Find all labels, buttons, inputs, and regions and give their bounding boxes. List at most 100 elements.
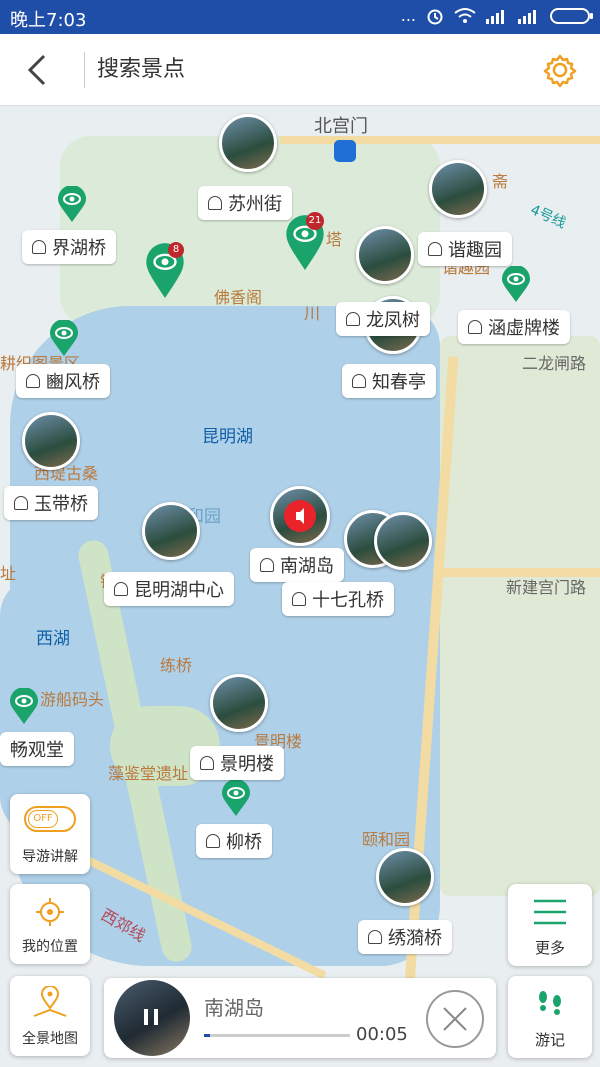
eye-pin-2[interactable] [46,320,82,356]
back-button[interactable] [18,50,58,90]
signal-dots: ... [400,6,416,25]
person-icon [352,374,366,388]
spot-label-xiuyiqiao[interactable]: 绣漪桥 [358,920,452,954]
person-icon [32,240,46,254]
battery-icon [550,7,593,24]
pause-icon[interactable] [142,1008,160,1026]
signal-icon [518,9,536,24]
photo-marker-kunminghu-center[interactable] [142,502,200,560]
map-label-zaojiantang: 藻鉴堂遗址 [108,764,189,783]
map-label-xinjian-road: 新建宫门路 [506,578,587,597]
eye-pin-5[interactable] [498,266,534,302]
guide-narration-toggle[interactable]: OFF 导游讲解 [10,794,90,874]
spot-name: 龙凤树 [366,310,420,331]
person-icon [468,320,482,334]
spot-label-liuqiao[interactable]: 柳桥 [196,824,272,858]
gear-icon [543,54,577,88]
person-icon [368,930,382,944]
map-label-yiheyuan: 颐和园 [362,830,411,849]
eye-pin-6[interactable] [6,688,42,724]
spot-name: 十七孔桥 [312,590,384,611]
map-label-beigongmen: 北宫门 [314,116,368,137]
travel-notes-button[interactable]: 游记 [508,976,592,1058]
spot-name: 豳风桥 [46,372,100,393]
photo-marker-yudaiqiao[interactable] [22,412,80,470]
spot-label-xiequyuan[interactable]: 谐趣园 [418,232,512,266]
guide-label: 导游讲解 [22,849,78,865]
map-label-pier: 游船码头 [40,690,105,709]
more-button[interactable]: 更多 [508,884,592,966]
spot-label-yudaiqiao[interactable]: 玉带桥 [4,486,98,520]
scenic-map[interactable]: 北宫门 昆明湖 西湖 佛香阁 二龙闸路 新建宫门路 颐和园 练桥 游船码头 藻鉴… [0,106,600,1067]
map-label-ta: 塔 [326,230,343,249]
off-switch[interactable]: OFF [24,806,76,832]
panorama-map-button[interactable]: 全景地图 [10,976,90,1056]
audio-progress-bar[interactable] [204,1034,350,1037]
spot-name: 涵虚牌楼 [488,318,560,339]
footprints-icon [539,991,561,1015]
settings-button[interactable] [538,48,582,92]
eye-pin-1[interactable] [54,186,90,222]
eye-pin-7[interactable] [218,780,254,816]
spot-name: 界湖桥 [52,238,106,259]
photo-marker-jingminglou[interactable] [210,674,268,732]
switch-knob: OFF [28,810,58,828]
spot-name: 柳桥 [226,832,262,853]
person-icon [260,558,274,572]
pin-count-badge: 21 [306,212,324,230]
photo-marker-suzhou-street[interactable] [219,114,277,172]
search-input[interactable]: 搜索景点 [97,52,185,88]
panorama-label: 全景地图 [22,1031,78,1047]
location-label: 我的位置 [22,939,78,955]
spot-label-seventeen-arch[interactable]: 十七孔桥 [282,582,394,616]
crosshair-icon [36,898,64,926]
person-icon [14,496,28,510]
status-icons: ... [400,6,593,25]
person-icon [346,312,360,326]
search-header: 搜索景点 [0,34,600,106]
my-location-button[interactable]: 我的位置 [10,884,90,964]
spot-label-suzhou-street[interactable]: 苏州街 [198,186,292,220]
photo-marker-xiuyiqiao[interactable] [376,848,434,906]
person-icon [26,374,40,388]
audio-elapsed: 00:05 [356,1024,408,1045]
spot-label-longfengshu[interactable]: 龙凤树 [336,302,430,336]
close-icon [443,1007,467,1031]
spot-name: 绣漪桥 [388,928,442,949]
subway-icon [334,140,356,162]
speaker-icon [284,500,316,532]
notes-label: 游记 [534,1031,565,1049]
spot-name: 知春亭 [372,372,426,393]
spot-name: 玉带桥 [34,494,88,515]
spot-name: 南湖岛 [280,556,334,577]
wifi-icon [454,7,476,23]
map-label-zhi: 址 [0,564,17,583]
map-label-west-lake: 西湖 [36,629,70,649]
spot-label-changguantang[interactable]: 畅观堂 [0,732,74,766]
photo-marker-xiequyuan[interactable] [429,160,487,218]
person-icon [208,196,222,210]
spot-label-zhichunting[interactable]: 知春亭 [342,364,436,398]
chevron-left-icon [27,54,46,86]
spot-label-hanxu-pailou[interactable]: 涵虚牌楼 [458,310,570,344]
close-player-button[interactable] [426,990,484,1048]
spot-label-jiehuqiao[interactable]: 界湖桥 [22,230,116,264]
signal-icon [486,9,504,24]
spot-name: 昆明湖中心 [134,580,224,601]
audio-title: 南湖岛 [204,996,264,1020]
map-label-lianqiao: 练桥 [160,656,193,675]
land-east [440,336,600,896]
photo-marker-longfengshu[interactable] [356,226,414,284]
spot-label-jingminglou[interactable]: 景明楼 [190,746,284,780]
map-label-chuan: 川 [304,304,321,323]
spot-label-binfengqiao[interactable]: 豳风桥 [16,364,110,398]
status-bar: 晚上7:03 ... [0,0,600,34]
map-label-zhai: 斋 [492,172,509,191]
map-label-foxiangge: 佛香阁 [214,288,263,307]
photo-marker-shizhixiao[interactable] [374,512,432,570]
person-icon [292,592,306,606]
spot-name: 景明楼 [220,754,274,775]
menu-icon [534,899,566,925]
spot-label-kunminghu-center[interactable]: 昆明湖中心 [104,572,234,606]
spot-label-nanhudao[interactable]: 南湖岛 [250,548,344,582]
